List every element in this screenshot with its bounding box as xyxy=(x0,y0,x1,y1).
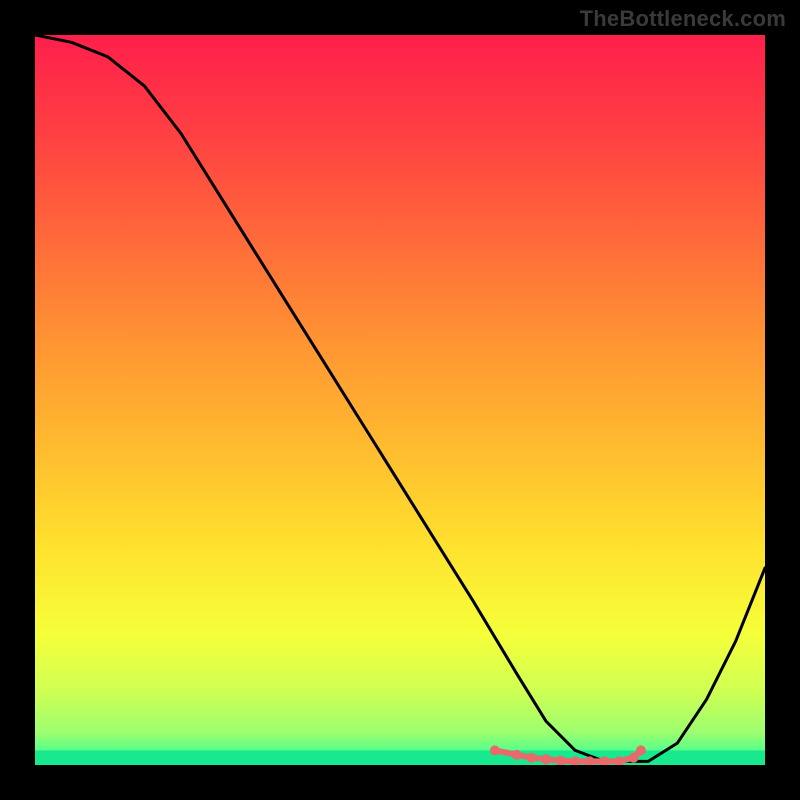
chart-svg xyxy=(35,35,765,765)
valley-dot xyxy=(512,750,522,760)
valley-dot xyxy=(490,745,500,755)
watermark-text: TheBottleneck.com xyxy=(580,6,786,32)
gradient-background xyxy=(35,35,765,765)
valley-dot xyxy=(629,753,639,763)
valley-dot xyxy=(526,753,536,763)
valley-dot xyxy=(541,754,551,764)
valley-dot xyxy=(636,745,646,755)
plot-area xyxy=(35,35,765,765)
chart-frame: TheBottleneck.com xyxy=(0,0,800,800)
